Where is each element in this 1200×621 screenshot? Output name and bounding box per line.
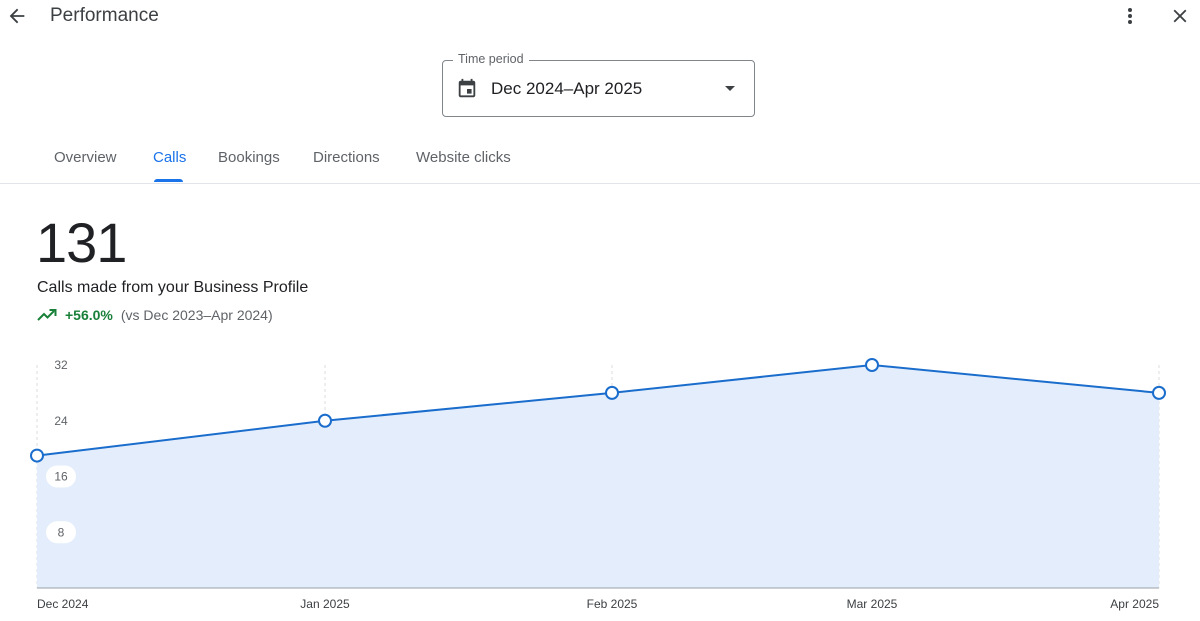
trending-up-icon <box>37 309 57 321</box>
data-point <box>30 448 44 463</box>
change-percent: +56.0% <box>65 307 113 323</box>
active-tab-indicator <box>154 179 183 182</box>
x-tick-label: Dec 2024 <box>37 597 89 611</box>
calendar-icon <box>458 78 476 98</box>
more-vert-icon <box>1128 8 1132 24</box>
x-tick-label: Apr 2025 <box>1110 597 1159 611</box>
x-tick-label: Jan 2025 <box>300 597 350 611</box>
data-point <box>1152 385 1166 400</box>
y-tick-label: 8 <box>58 525 65 539</box>
metric-tabs: Overview Calls Bookings Directions Websi… <box>0 138 1200 184</box>
data-point <box>865 358 879 372</box>
metric-label: Calls made from your Business Profile <box>37 279 309 296</box>
series-area <box>37 365 1159 588</box>
arrow-back-icon <box>9 8 25 24</box>
time-period-label: Time period <box>453 52 529 66</box>
data-point <box>605 385 619 400</box>
time-period-select[interactable]: Time period Dec 2024–Apr 2025 <box>442 52 755 117</box>
metric-change: +56.0% (vs Dec 2023–Apr 2024) <box>37 305 273 325</box>
y-tick-label: 24 <box>54 414 68 428</box>
calls-chart: 8 16 24 32 Dec 2024 Jan 2025 Feb 2025 Mar 2025 A… <box>30 354 1166 611</box>
tab-website-clicks[interactable]: Website clicks <box>416 138 511 183</box>
page-title: Performance <box>50 5 159 26</box>
y-tick-label: 32 <box>54 358 68 372</box>
back-button[interactable] <box>4 2 30 30</box>
x-tick-label: Mar 2025 <box>847 597 898 611</box>
more-options-button[interactable] <box>1118 2 1142 30</box>
tab-bookings[interactable]: Bookings <box>218 138 280 183</box>
close-button[interactable] <box>1166 2 1194 30</box>
x-tick-label: Feb 2025 <box>587 597 638 611</box>
y-tick-label: 16 <box>54 470 68 484</box>
tab-calls[interactable]: Calls <box>153 138 186 183</box>
top-bar: Performance <box>0 0 1200 34</box>
change-comparison: (vs Dec 2023–Apr 2024) <box>120 307 273 323</box>
data-point <box>318 413 332 428</box>
close-icon <box>1173 9 1187 23</box>
time-period-value: Dec 2024–Apr 2025 <box>491 79 643 98</box>
tab-directions[interactable]: Directions <box>313 138 380 183</box>
tab-overview[interactable]: Overview <box>54 138 117 183</box>
metric-total: 131 <box>36 211 127 274</box>
dropdown-arrow-icon <box>725 86 735 91</box>
